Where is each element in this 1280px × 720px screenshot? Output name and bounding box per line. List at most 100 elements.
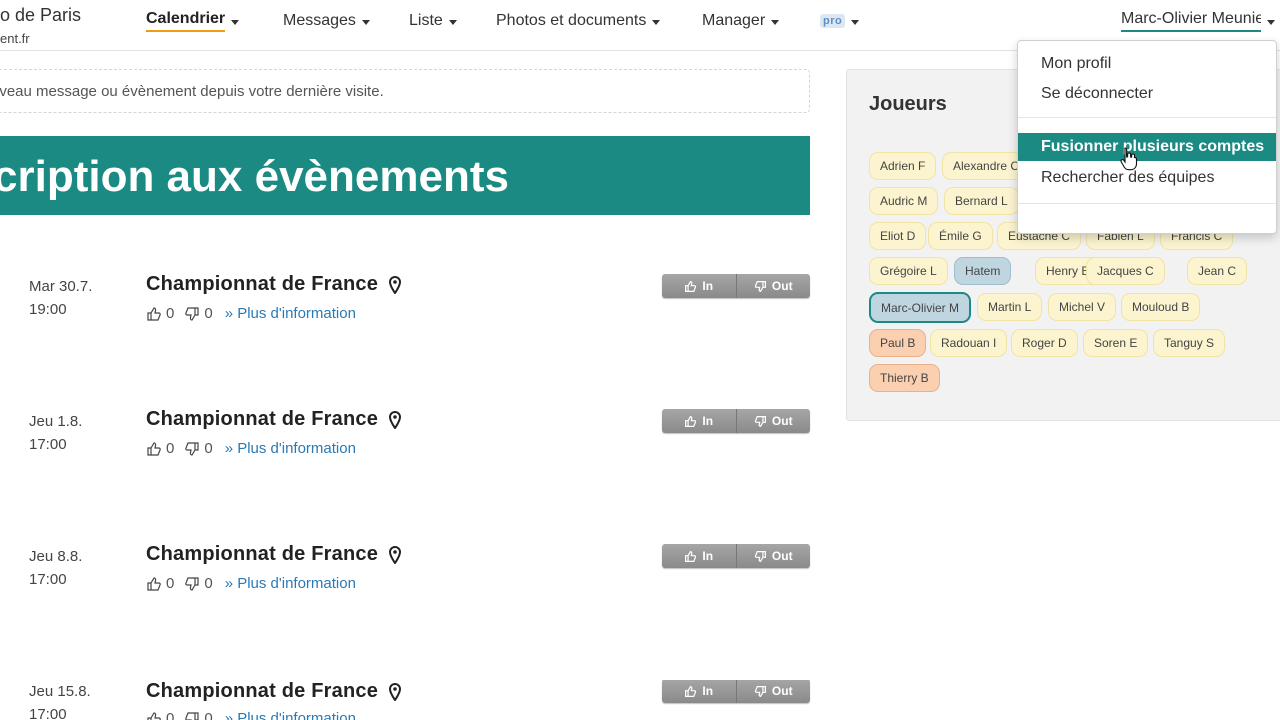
- player-chip[interactable]: Grégoire L: [869, 257, 948, 285]
- thumbs-up-icon[interactable]: [146, 306, 162, 322]
- chevron-down-icon: [361, 19, 370, 25]
- location-pin-icon[interactable]: [388, 275, 402, 294]
- event-day: Jeu 8.8.: [29, 548, 83, 565]
- thumbs-down-icon[interactable]: [184, 306, 200, 322]
- player-chip-selected[interactable]: Hatem: [954, 257, 1012, 285]
- event-date: Jeu 8.8. 17:00: [29, 545, 82, 591]
- nav-messages-label: Messages: [283, 12, 356, 29]
- player-chip[interactable]: Radouan I: [930, 329, 1008, 357]
- chevron-down-icon: [231, 19, 240, 25]
- event-date: Jeu 15.8. 17:00: [29, 680, 91, 720]
- player-chip[interactable]: Jean C: [1187, 257, 1248, 285]
- chevron-down-icon: [771, 19, 780, 25]
- more-info-link[interactable]: » Plus d'information: [225, 305, 356, 322]
- in-out-toggle: In Out: [662, 409, 810, 433]
- thumbs-up-icon[interactable]: [146, 711, 162, 720]
- thumbs-up-icon[interactable]: [146, 576, 162, 592]
- player-chip[interactable]: Eliot D: [869, 222, 927, 250]
- nav-photos-documents[interactable]: Photos et documents: [496, 10, 661, 32]
- location-pin-icon[interactable]: [388, 410, 402, 429]
- player-chip[interactable]: Mouloud B: [1121, 293, 1201, 321]
- thumbs-up-icon: [685, 550, 697, 562]
- player-chip[interactable]: Martin L: [977, 293, 1043, 321]
- thumbs-up-icon: [685, 685, 697, 697]
- nav-liste[interactable]: Liste: [409, 10, 457, 32]
- dislike-count: 0: [204, 575, 213, 592]
- out-button[interactable]: Out: [735, 680, 811, 703]
- thumbs-down-icon[interactable]: [184, 711, 200, 720]
- in-label: In: [702, 549, 714, 563]
- menu-divider: [1018, 203, 1276, 204]
- event-title-text: Championnat de France: [146, 408, 379, 430]
- event-item: Jeu 15.8. 17:00 Championnat de France 0 …: [0, 680, 812, 720]
- club-name[interactable]: o de Paris: [0, 5, 81, 26]
- player-chip[interactable]: Bernard L: [944, 187, 1019, 215]
- in-button[interactable]: In: [662, 544, 736, 568]
- event-item: Jeu 8.8. 17:00 Championnat de France 0 0…: [0, 543, 812, 625]
- menu-item-search-teams[interactable]: Rechercher des équipes: [1018, 164, 1276, 192]
- player-chip[interactable]: Roger D: [1011, 329, 1078, 357]
- hand-cursor-icon: [1120, 147, 1138, 171]
- user-menu[interactable]: Marc-Olivier Meunier: [1121, 10, 1275, 32]
- chevron-down-icon: [1267, 19, 1275, 25]
- player-chip[interactable]: Adrien F: [869, 152, 937, 180]
- in-label: In: [702, 279, 714, 293]
- nav-calendrier[interactable]: Calendrier: [146, 10, 240, 32]
- like-count: 0: [166, 305, 175, 322]
- player-chip[interactable]: Jacques C: [1086, 257, 1165, 285]
- event-day: Mar 30.7.: [29, 278, 93, 295]
- menu-item-merge-accounts[interactable]: Fusionner plusieurs comptes: [1018, 133, 1276, 161]
- out-button[interactable]: Out: [735, 409, 811, 433]
- player-chip[interactable]: Tanguy S: [1153, 329, 1226, 357]
- player-chip[interactable]: Michel V: [1048, 293, 1117, 321]
- user-dropdown-menu: Mon profil Se déconnecter Fusionner plus…: [1017, 40, 1277, 234]
- nav-pro[interactable]: pro: [820, 10, 860, 32]
- more-info-link[interactable]: » Plus d'information: [225, 440, 356, 457]
- event-title-text: Championnat de France: [146, 543, 379, 565]
- nav-photos-label: Photos et documents: [496, 12, 647, 29]
- thumbs-down-icon[interactable]: [184, 576, 200, 592]
- nav-messages[interactable]: Messages: [283, 10, 370, 32]
- event-meta: 0 0 » Plus d'information: [146, 575, 356, 592]
- menu-item-logout[interactable]: Se déconnecter: [1018, 80, 1276, 108]
- more-info-link[interactable]: » Plus d'information: [225, 575, 356, 592]
- location-pin-icon[interactable]: [388, 682, 402, 701]
- player-chip[interactable]: Soren E: [1083, 329, 1149, 357]
- menu-item-profile[interactable]: Mon profil: [1018, 50, 1276, 78]
- event-item: Mar 30.7. 19:00 Championnat de France 0 …: [0, 273, 812, 355]
- in-button[interactable]: In: [662, 680, 736, 703]
- thumbs-down-icon: [754, 550, 766, 562]
- event-title[interactable]: Championnat de France: [146, 543, 402, 566]
- player-chip-organizer[interactable]: Thierry B: [869, 364, 940, 392]
- event-date: Jeu 1.8. 17:00: [29, 410, 82, 456]
- out-button[interactable]: Out: [735, 274, 811, 298]
- event-time: 17:00: [29, 571, 67, 588]
- player-chip[interactable]: Émile G: [928, 222, 993, 250]
- dislike-count: 0: [204, 710, 213, 720]
- more-info-link[interactable]: » Plus d'information: [225, 710, 356, 720]
- thumbs-down-icon[interactable]: [184, 441, 200, 457]
- location-pin-icon[interactable]: [388, 545, 402, 564]
- thumbs-up-icon[interactable]: [146, 441, 162, 457]
- in-out-toggle: In Out: [662, 544, 810, 568]
- event-title[interactable]: Championnat de France: [146, 408, 402, 431]
- event-meta: 0 0 » Plus d'information: [146, 305, 356, 322]
- nav-liste-label: Liste: [409, 12, 443, 29]
- event-title[interactable]: Championnat de France: [146, 680, 402, 703]
- player-chip-organizer[interactable]: Paul B: [869, 329, 927, 357]
- chevron-down-icon: [448, 19, 457, 25]
- event-title[interactable]: Championnat de France: [146, 273, 402, 296]
- in-button[interactable]: In: [662, 274, 736, 298]
- event-title-text: Championnat de France: [146, 273, 379, 295]
- out-label: Out: [771, 414, 793, 428]
- nav-manager[interactable]: Manager: [702, 10, 780, 32]
- in-button[interactable]: In: [662, 409, 736, 433]
- player-chip-current-user[interactable]: Marc-Olivier M: [869, 292, 971, 323]
- event-time: 17:00: [29, 706, 67, 720]
- out-button[interactable]: Out: [735, 544, 811, 568]
- user-name: Marc-Olivier Meunier: [1121, 10, 1261, 32]
- player-chip[interactable]: Audric M: [869, 187, 939, 215]
- event-meta: 0 0 » Plus d'information: [146, 440, 356, 457]
- thumbs-down-icon: [754, 415, 766, 427]
- thumbs-up-icon: [685, 415, 697, 427]
